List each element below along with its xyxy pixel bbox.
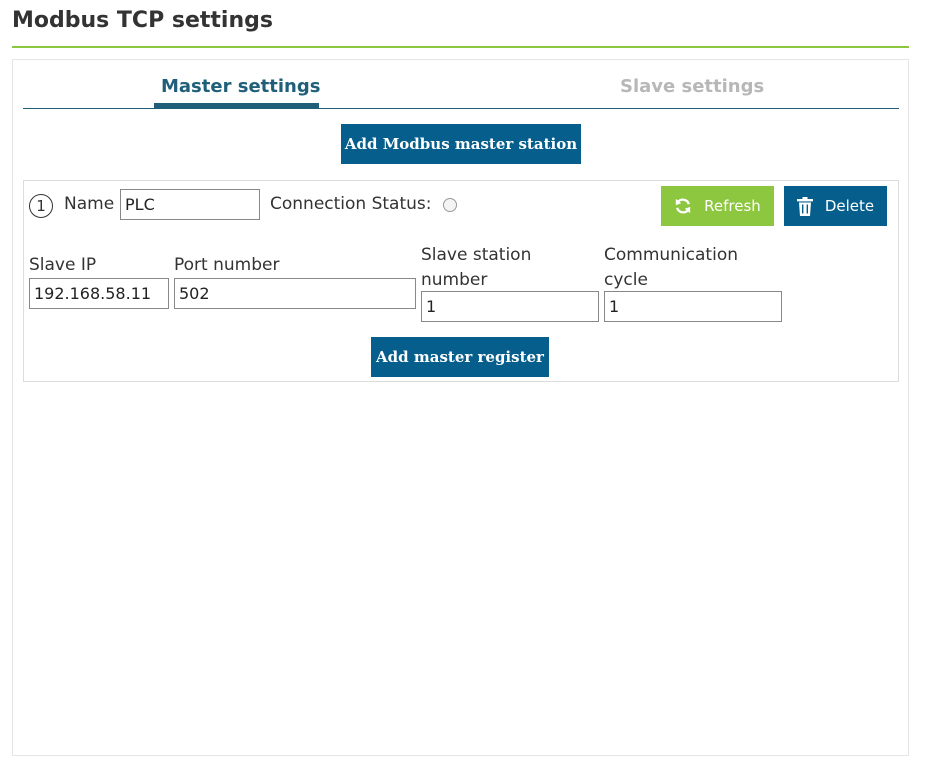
master-station-card: 1 Name Connection Status: Refresh bbox=[23, 180, 899, 382]
add-master-register-button[interactable]: Add master register bbox=[371, 337, 549, 377]
tab-master-settings[interactable]: Master settings bbox=[161, 76, 320, 97]
trash-icon bbox=[796, 196, 813, 216]
communication-cycle-label: Communication cycle bbox=[604, 245, 738, 290]
title-divider bbox=[12, 46, 909, 48]
station-name-input[interactable] bbox=[120, 189, 260, 220]
tabs-divider bbox=[23, 108, 899, 109]
name-label: Name bbox=[64, 194, 115, 214]
slave-ip-label: Slave IP bbox=[29, 255, 97, 275]
slave-station-number-label: Slave station number bbox=[421, 245, 532, 290]
communication-cycle-input[interactable] bbox=[604, 291, 782, 322]
refresh-button-label: Refresh bbox=[704, 197, 761, 215]
port-number-label: Port number bbox=[174, 255, 280, 275]
slave-ip-input[interactable] bbox=[29, 278, 169, 309]
add-master-station-button[interactable]: Add Modbus master station bbox=[341, 124, 581, 164]
connection-status-indicator bbox=[443, 198, 457, 212]
settings-panel: Master settings Slave settings Add Modbu… bbox=[12, 59, 909, 756]
refresh-button[interactable]: Refresh bbox=[661, 186, 774, 226]
delete-button-label: Delete bbox=[824, 197, 875, 215]
tab-slave-settings[interactable]: Slave settings bbox=[620, 76, 764, 97]
refresh-icon bbox=[674, 197, 692, 215]
station-index-badge: 1 bbox=[29, 194, 53, 218]
connection-status-label: Connection Status: bbox=[270, 194, 432, 214]
delete-button[interactable]: Delete bbox=[784, 186, 887, 226]
page-title: Modbus TCP settings bbox=[12, 8, 273, 33]
port-number-input[interactable] bbox=[174, 278, 416, 309]
slave-station-number-input[interactable] bbox=[421, 291, 599, 322]
